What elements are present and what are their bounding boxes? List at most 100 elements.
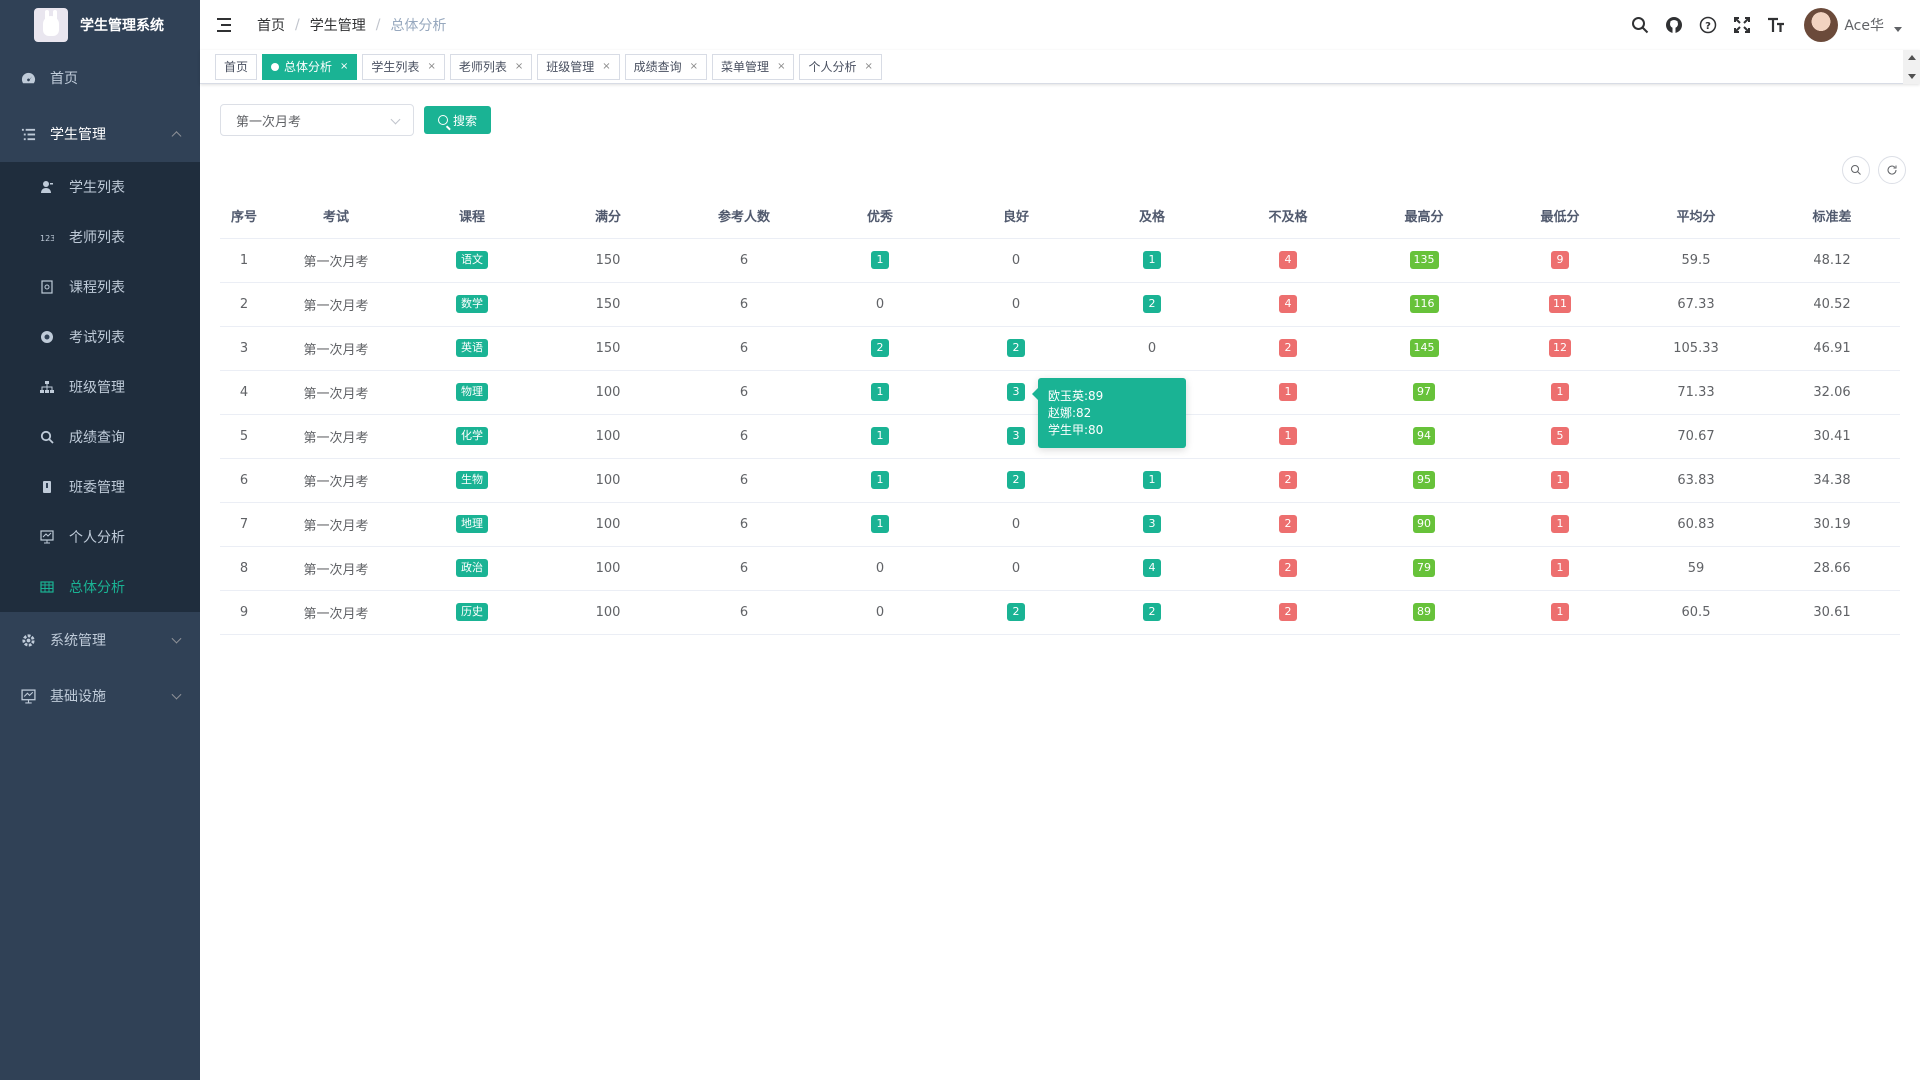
breadcrumb-home[interactable]: 首页 (257, 15, 285, 35)
search-button[interactable]: 搜索 (424, 106, 492, 134)
exam-select[interactable]: 第一次月考 (220, 104, 414, 136)
sidebar-item-student-list[interactable]: 学生列表 (0, 162, 200, 212)
count-badge[interactable]: 1 (1279, 383, 1297, 401)
table-cell: 1 (220, 238, 268, 283)
count-badge[interactable]: 1 (1143, 471, 1161, 489)
close-icon[interactable]: × (777, 55, 785, 79)
sidebar-item-label: 学生管理 (50, 127, 106, 143)
tag-class-management[interactable]: 班级管理 × (537, 53, 620, 80)
user-name[interactable]: Ace华 (1844, 15, 1884, 35)
breadcrumb-student-management[interactable]: 学生管理 (310, 15, 366, 35)
caret-down-icon[interactable] (1894, 26, 1902, 32)
count-badge[interactable]: 3 (1007, 427, 1025, 445)
tag-label: 班级管理 (546, 59, 595, 74)
sidebar-item-infrastructure[interactable]: 基础设施 (0, 668, 200, 724)
count-badge[interactable]: 2 (1279, 471, 1297, 489)
count-badge[interactable]: 4 (1143, 559, 1161, 577)
count-badge[interactable]: 1 (871, 251, 889, 269)
sidebar-item-system-management[interactable]: 系统管理 (0, 612, 200, 668)
tag-home[interactable]: 首页 (215, 53, 258, 80)
sidebar-item-course-list[interactable]: 课程列表 (0, 262, 200, 312)
count-badge[interactable]: 1 (871, 471, 889, 489)
sidebar-item-home[interactable]: 首页 (0, 50, 200, 106)
tag-teacher-list[interactable]: 老师列表 × (449, 53, 533, 80)
search-icon (438, 115, 448, 125)
count-badge: 9 (1551, 251, 1569, 269)
count-badge[interactable]: 2 (1007, 603, 1025, 621)
tags-scrollbar[interactable] (1903, 50, 1920, 84)
table-cell: 28.66 (1764, 546, 1900, 591)
sidebar-item-exam-list[interactable]: 考试列表 (0, 312, 200, 362)
table-cell: 97 (1356, 370, 1492, 415)
close-icon[interactable]: × (515, 55, 523, 79)
count-badge[interactable]: 1 (1279, 427, 1297, 445)
table-cell: 60.5 (1628, 590, 1764, 635)
count-badge: 79 (1413, 559, 1435, 577)
toggle-search-button[interactable] (1842, 156, 1870, 184)
tag-menu-management[interactable]: 菜单管理 × (712, 53, 795, 80)
sidebar-logo[interactable]: 学生管理系统 (0, 0, 200, 50)
count-badge[interactable]: 2 (871, 339, 889, 357)
table-header-cell: 平均分 (1628, 194, 1764, 239)
count-badge[interactable]: 2 (1279, 603, 1297, 621)
count-badge[interactable]: 1 (1143, 251, 1161, 269)
count-badge[interactable]: 1 (871, 383, 889, 401)
sidebar-item-class-management[interactable]: 班级管理 (0, 362, 200, 412)
tag-label: 首页 (224, 59, 249, 74)
hamburger-icon[interactable] (217, 16, 235, 34)
tag-personal-analysis[interactable]: 个人分析 × (799, 53, 882, 80)
table-cell: 0 (948, 282, 1084, 327)
table-cell: 150 (540, 282, 676, 327)
tag-student-list[interactable]: 学生列表 × (362, 53, 445, 80)
count-badge[interactable]: 1 (871, 427, 889, 445)
count-badge[interactable]: 2 (1279, 559, 1297, 577)
count-badge[interactable]: 2 (1007, 339, 1025, 357)
close-icon[interactable]: × (602, 55, 610, 79)
table-cell: 0 (948, 238, 1084, 283)
count-badge[interactable]: 1 (871, 515, 889, 533)
count-badge[interactable]: 2 (1143, 603, 1161, 621)
close-icon[interactable]: × (690, 55, 698, 79)
sidebar-item-overall-analysis[interactable]: 总体分析 (0, 562, 200, 612)
tooltip-line: 学生甲:80 (1048, 423, 1104, 437)
table-cell: 100 (540, 546, 676, 591)
table-cell: 3 (1084, 502, 1220, 547)
font-size-icon[interactable] (1766, 15, 1786, 35)
tag-label: 老师列表 (458, 59, 507, 74)
table-cell: 6 (676, 502, 812, 547)
count-badge[interactable]: 3 (1143, 515, 1161, 533)
scroll-down-icon[interactable] (1908, 74, 1916, 79)
avatar[interactable] (1804, 8, 1839, 42)
table-cell: 第一次月考 (268, 414, 404, 459)
tag-overall-analysis[interactable]: 总体分析 × (262, 53, 358, 80)
github-icon[interactable] (1664, 15, 1684, 35)
scroll-up-icon[interactable] (1908, 55, 1916, 60)
count-badge[interactable]: 2 (1143, 295, 1161, 313)
count-badge[interactable]: 4 (1279, 295, 1297, 313)
table-row: 1 第一次月考 语文 150 6 1 0 1 4 135 9 59.5 48.12 (220, 238, 1900, 283)
refresh-button[interactable] (1878, 156, 1906, 184)
tag-score-query[interactable]: 成绩查询 × (624, 53, 708, 80)
close-icon[interactable]: × (864, 55, 872, 79)
fullscreen-icon[interactable] (1732, 15, 1752, 35)
course-tag: 政治 (456, 559, 488, 577)
sidebar-item-score-query[interactable]: 成绩查询 (0, 412, 200, 462)
course-tag: 历史 (456, 603, 488, 621)
count-badge[interactable]: 2 (1007, 471, 1025, 489)
sidebar-item-teacher-list[interactable]: 123 老师列表 (0, 212, 200, 262)
table-cell: 40.52 (1764, 282, 1900, 327)
close-icon[interactable]: × (427, 55, 435, 79)
table-header-cell: 满分 (540, 194, 676, 239)
sidebar-item-student-management[interactable]: 学生管理 (0, 106, 200, 162)
table-cell: 30.19 (1764, 502, 1900, 547)
search-icon[interactable] (1630, 15, 1650, 35)
count-badge[interactable]: 4 (1279, 251, 1297, 269)
help-icon[interactable]: ? (1698, 15, 1718, 35)
close-icon[interactable]: × (340, 55, 348, 79)
count-badge[interactable]: 2 (1279, 515, 1297, 533)
sidebar-item-committee-management[interactable]: 班委管理 (0, 462, 200, 512)
app-title: 学生管理系统 (80, 18, 164, 34)
count-badge[interactable]: 2 (1279, 339, 1297, 357)
sidebar-item-personal-analysis[interactable]: 个人分析 (0, 512, 200, 562)
count-badge[interactable]: 3 (1007, 383, 1025, 401)
